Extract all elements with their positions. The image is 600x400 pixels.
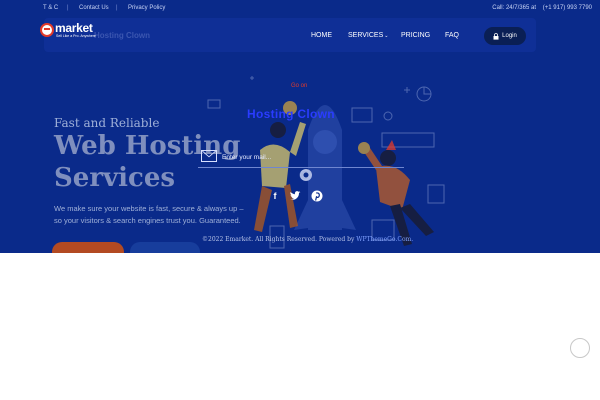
hero-section: T & C | Contact Us | Privacy Policy Call…	[0, 0, 600, 253]
privacy-policy-link[interactable]: Privacy Policy	[128, 5, 165, 11]
hero-kicker: Fast and Reliable	[54, 116, 160, 130]
site-logo[interactable]: market Sell Like a Pro. Anywhere	[40, 21, 110, 43]
hero-primary-button[interactable]	[52, 242, 124, 253]
twitter-icon[interactable]	[289, 190, 301, 202]
logo-mark-icon	[40, 23, 54, 37]
phone-number[interactable]: (+1 917) 993 7790	[543, 5, 592, 11]
facebook-icon[interactable]: f	[269, 190, 281, 202]
top-bar: T & C | Contact Us | Privacy Policy Call…	[0, 0, 600, 16]
call-label: Call: 24/7/365 at	[492, 5, 536, 11]
top-bar-separator: |	[116, 5, 118, 11]
nav-services-label: SERVICES	[348, 32, 384, 39]
overlay-brand-title: Hosting Clown	[247, 107, 335, 121]
contact-us-link[interactable]: Contact Us	[79, 5, 109, 11]
pinterest-icon[interactable]	[311, 190, 323, 202]
nav-home[interactable]: HOME	[311, 32, 332, 39]
login-button[interactable]: Login	[484, 27, 526, 45]
top-bar-separator: |	[67, 5, 69, 11]
subscribe-submit-button[interactable]	[378, 148, 404, 166]
hero-title-line-2: Services	[54, 163, 176, 193]
login-label: Login	[502, 33, 517, 39]
chevron-down-icon: ⌄	[384, 33, 389, 39]
logo-tagline: Sell Like a Pro. Anywhere	[56, 34, 96, 38]
lock-icon	[493, 32, 499, 40]
mail-icon	[201, 150, 217, 162]
page: T & C | Contact Us | Privacy Policy Call…	[0, 0, 600, 400]
gear-icon	[300, 169, 312, 181]
nav-services[interactable]: SERVICES⌄	[348, 32, 388, 39]
scroll-top-button[interactable]	[570, 338, 590, 358]
email-input[interactable]	[222, 150, 372, 164]
nav-pricing[interactable]: PRICING	[401, 32, 430, 39]
copyright-prefix: ©2022 Emarket. All Rights Reserved. Powe…	[202, 236, 357, 243]
go-on-text: Go on	[291, 83, 308, 89]
copyright-text: ©2022 Emarket. All Rights Reserved. Powe…	[202, 236, 413, 243]
logo-word: market	[55, 21, 93, 35]
tc-link[interactable]: T & C	[43, 5, 58, 11]
subscribe-form	[198, 146, 404, 168]
copyright-link[interactable]: WPThemeGo.Com.	[356, 236, 413, 243]
nav-faq[interactable]: FAQ	[445, 32, 459, 39]
